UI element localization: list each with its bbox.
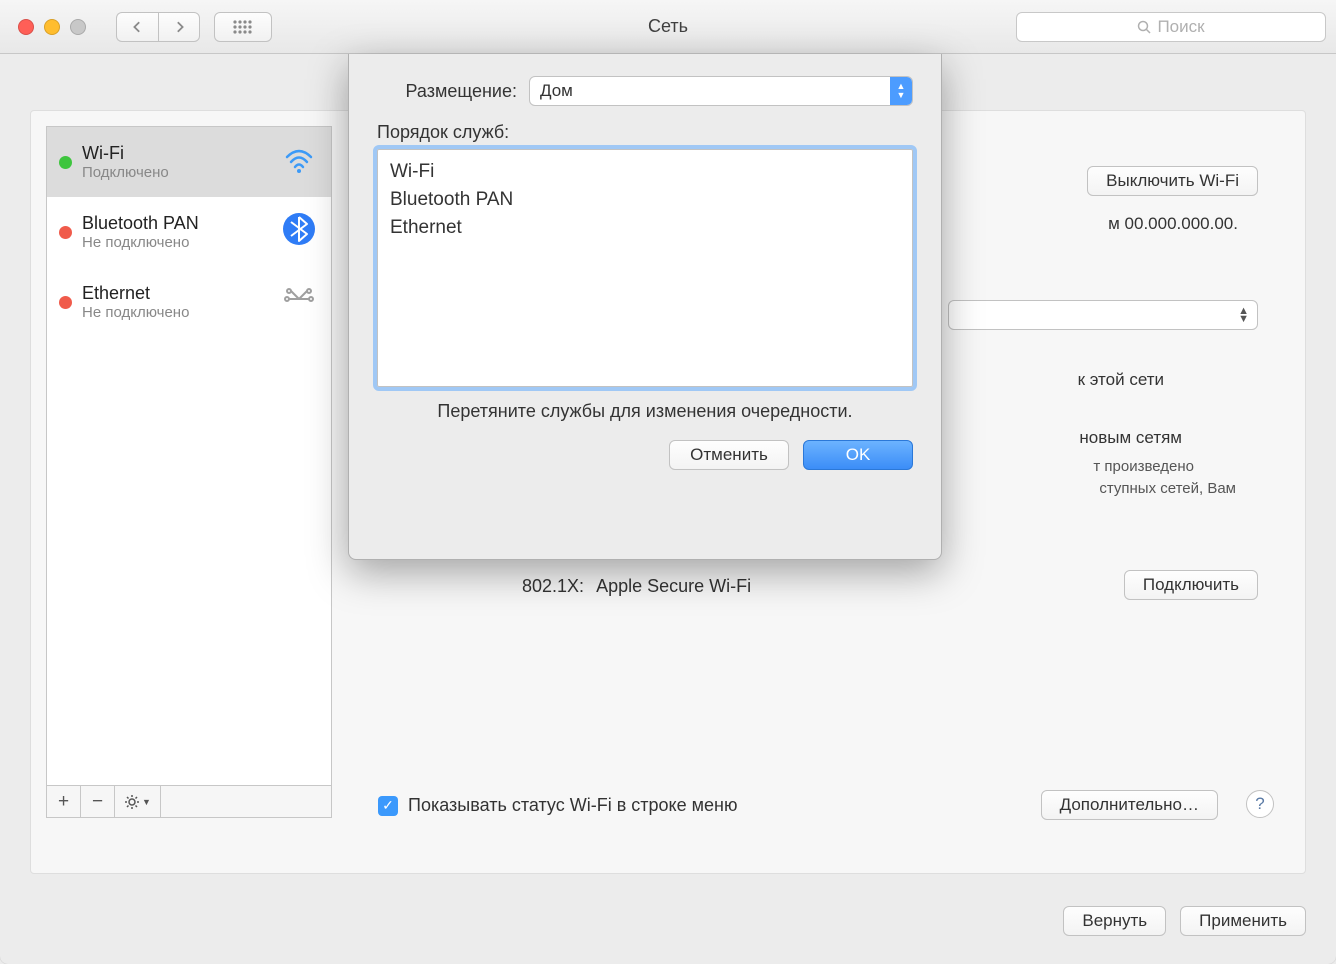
help-button[interactable]: ? bbox=[1246, 790, 1274, 818]
chevron-right-icon bbox=[173, 21, 185, 33]
select-arrows-icon: ▲▼ bbox=[890, 77, 912, 105]
revert-button[interactable]: Вернуть bbox=[1063, 906, 1166, 936]
service-order-label: Порядок служб: bbox=[377, 122, 913, 143]
8021x-label: 802.1X: bbox=[522, 576, 584, 597]
list-item[interactable]: Bluetooth PAN bbox=[390, 186, 900, 214]
8021x-value: Apple Secure Wi-Fi bbox=[596, 576, 751, 597]
show-all-button[interactable] bbox=[214, 12, 272, 42]
drag-hint: Перетяните службы для изменения очередно… bbox=[377, 401, 913, 422]
titlebar: Сеть Поиск bbox=[0, 0, 1336, 54]
forward-button[interactable] bbox=[158, 12, 200, 42]
service-status: Не подключено bbox=[82, 304, 269, 321]
back-button[interactable] bbox=[116, 12, 158, 42]
search-field[interactable]: Поиск bbox=[1016, 12, 1326, 42]
sidebar-item-ethernet[interactable]: Ethernet Не подключено bbox=[47, 267, 331, 337]
footer-buttons: Вернуть Применить bbox=[1063, 906, 1306, 936]
cancel-button[interactable]: Отменить bbox=[669, 440, 789, 470]
8021x-row: 802.1X: Apple Secure Wi-Fi bbox=[522, 576, 751, 597]
apply-button[interactable]: Применить bbox=[1180, 906, 1306, 936]
wifi-status-area: Выключить Wi-Fi bbox=[1087, 166, 1258, 196]
turn-off-wifi-button[interactable]: Выключить Wi-Fi bbox=[1087, 166, 1258, 196]
traffic-lights bbox=[18, 19, 86, 35]
services-sidebar: Wi-Fi Подключено Bluetooth PAN Не подклю… bbox=[46, 126, 332, 818]
service-status: Подключено bbox=[82, 164, 269, 181]
zoom-window-button[interactable] bbox=[70, 19, 86, 35]
ip-text-fragment: м 00.000.000.00. bbox=[1108, 214, 1238, 234]
location-value: Дом bbox=[540, 81, 573, 101]
gear-icon bbox=[124, 794, 140, 810]
service-order-list[interactable]: Wi-Fi Bluetooth PAN Ethernet bbox=[377, 149, 913, 387]
grid-icon bbox=[232, 19, 254, 35]
nav-buttons bbox=[116, 12, 200, 42]
status-dot-disconnected bbox=[59, 226, 72, 239]
search-placeholder: Поиск bbox=[1157, 17, 1204, 37]
remove-service-button[interactable]: − bbox=[81, 786, 115, 817]
service-name: Ethernet bbox=[82, 283, 269, 304]
ok-button[interactable]: OK bbox=[803, 440, 913, 470]
service-name: Wi-Fi bbox=[82, 143, 269, 164]
partial-text-2: новым сетям bbox=[1079, 428, 1182, 448]
chevron-left-icon bbox=[132, 21, 144, 33]
service-order-dialog: Размещение: Дом ▲▼ Порядок служб: Wi-Fi … bbox=[348, 54, 942, 560]
service-status: Не подключено bbox=[82, 234, 269, 251]
add-service-button[interactable]: + bbox=[47, 786, 81, 817]
show-wifi-status-row: ✓ Показывать статус Wi-Fi в строке меню bbox=[378, 795, 737, 816]
wifi-icon bbox=[279, 141, 319, 184]
partial-text-3b: ступных сетей, Вам bbox=[1099, 480, 1236, 497]
status-dot-disconnected bbox=[59, 296, 72, 309]
search-icon bbox=[1137, 20, 1151, 34]
bluetooth-icon bbox=[279, 211, 319, 254]
location-label: Размещение: bbox=[377, 81, 517, 102]
advanced-button[interactable]: Дополнительно… bbox=[1041, 790, 1218, 820]
partial-text-1: к этой сети bbox=[1078, 370, 1164, 390]
service-actions-button[interactable]: ▼ bbox=[115, 786, 161, 817]
sidebar-item-wifi[interactable]: Wi-Fi Подключено bbox=[47, 127, 331, 197]
service-name: Bluetooth PAN bbox=[82, 213, 269, 234]
minimize-window-button[interactable] bbox=[44, 19, 60, 35]
sidebar-toolbar: + − ▼ bbox=[47, 785, 331, 817]
show-status-label: Показывать статус Wi-Fi в строке меню bbox=[408, 795, 737, 816]
network-select[interactable]: ▲▼ bbox=[948, 300, 1258, 330]
show-status-checkbox[interactable]: ✓ bbox=[378, 796, 398, 816]
select-arrows-icon: ▲▼ bbox=[1238, 307, 1249, 323]
connect-button[interactable]: Подключить bbox=[1124, 570, 1258, 600]
partial-text-3a: т произведено bbox=[1093, 458, 1194, 475]
location-select[interactable]: Дом ▲▼ bbox=[529, 76, 913, 106]
status-dot-connected bbox=[59, 156, 72, 169]
list-item[interactable]: Wi-Fi bbox=[390, 158, 900, 186]
chevron-down-icon: ▼ bbox=[142, 797, 151, 807]
close-window-button[interactable] bbox=[18, 19, 34, 35]
network-preferences-window: Сеть Поиск Wi-Fi Подключено Bluetooth PA… bbox=[0, 0, 1336, 964]
ethernet-icon bbox=[279, 281, 319, 324]
sidebar-item-bluetooth-pan[interactable]: Bluetooth PAN Не подключено bbox=[47, 197, 331, 267]
list-item[interactable]: Ethernet bbox=[390, 214, 900, 242]
